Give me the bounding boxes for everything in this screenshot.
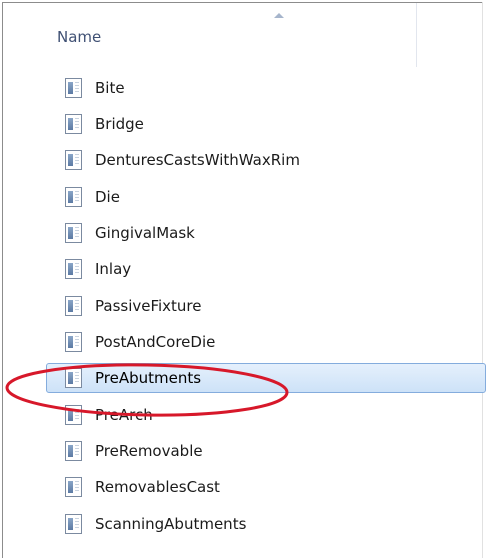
file-name: ScanningAbutments (95, 515, 247, 533)
file-name: Bridge (95, 115, 144, 133)
file-row[interactable]: GingivalMask (0, 218, 489, 250)
file-name: Bite (95, 79, 125, 97)
document-icon (65, 150, 82, 170)
file-row[interactable]: Inlay (0, 254, 489, 286)
file-row[interactable]: PassiveFixture (0, 291, 489, 323)
file-name: Die (95, 188, 120, 206)
annotation-ellipse (5, 363, 289, 417)
document-icon (65, 259, 82, 279)
document-icon (65, 78, 82, 98)
document-icon (65, 477, 82, 497)
document-icon (65, 332, 82, 352)
document-icon (65, 296, 82, 316)
sort-ascending-icon (274, 13, 284, 18)
file-name: Inlay (95, 260, 132, 278)
document-icon (65, 514, 82, 534)
file-row[interactable]: Bridge (0, 109, 489, 141)
file-row[interactable]: Bite (0, 73, 489, 105)
file-name: PassiveFixture (95, 297, 202, 315)
file-name: RemovablesCast (95, 478, 220, 496)
document-icon (65, 441, 82, 461)
file-row[interactable]: Die (0, 182, 489, 214)
document-icon (65, 223, 82, 243)
file-row[interactable]: ScanningAbutments (0, 509, 489, 541)
name-column-header[interactable]: Name (57, 28, 101, 46)
file-row[interactable]: PostAndCoreDie (0, 327, 489, 359)
file-row[interactable]: DenturesCastsWithWaxRim (0, 145, 489, 177)
file-row[interactable]: RemovablesCast (0, 472, 489, 504)
file-name: DenturesCastsWithWaxRim (95, 151, 300, 169)
column-header[interactable]: Name (3, 3, 482, 71)
document-icon (65, 187, 82, 207)
file-row[interactable]: PreRemovable (0, 436, 489, 468)
file-name: GingivalMask (95, 224, 195, 242)
document-icon (65, 114, 82, 134)
column-divider[interactable] (416, 3, 417, 67)
file-name: PreRemovable (95, 442, 203, 460)
file-name: PostAndCoreDie (95, 333, 216, 351)
